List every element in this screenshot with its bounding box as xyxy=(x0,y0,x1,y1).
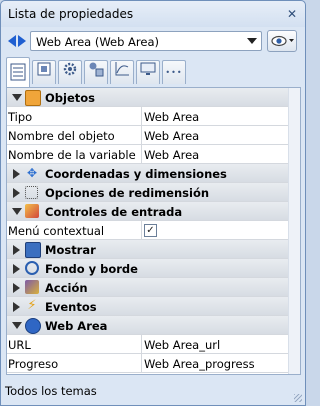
prop-row-menu-contextual: Menú contextual ✓ xyxy=(7,221,289,240)
lightning-icon: ⚡ xyxy=(27,298,37,313)
title-bar[interactable]: Lista de propiedades ✕ xyxy=(1,1,305,27)
section-fondo[interactable]: Fondo y borde xyxy=(7,259,289,278)
tab-display[interactable] xyxy=(136,60,160,84)
tab-list[interactable] xyxy=(6,57,30,87)
section-eventos[interactable]: ⚡ Eventos xyxy=(7,297,289,316)
next-object-icon[interactable] xyxy=(18,35,26,47)
column-divider[interactable] xyxy=(141,107,142,125)
section-label: Fondo y borde xyxy=(45,262,138,276)
monitor-icon xyxy=(140,62,156,75)
more-icon: ••• xyxy=(165,68,183,77)
column-divider[interactable] xyxy=(141,354,142,372)
prop-label: URL xyxy=(8,338,31,352)
prop-label: Nombre de la variable xyxy=(8,148,136,162)
chart-icon xyxy=(115,62,129,76)
prop-row-tipo: Tipo Web Area xyxy=(7,107,289,126)
expand-icon[interactable] xyxy=(13,283,20,293)
section-objetos[interactable]: Objetos xyxy=(7,88,289,107)
move-icon: ✥ xyxy=(26,166,38,180)
column-divider[interactable] xyxy=(141,335,142,353)
column-divider[interactable] xyxy=(141,221,142,239)
gear-icon xyxy=(63,62,77,76)
prop-row-progreso: Progreso Web Area_progress xyxy=(7,354,289,373)
expand-icon[interactable] xyxy=(13,264,20,274)
property-grid: Objetos Tipo Web Area Nombre del objeto … xyxy=(6,87,301,375)
list-icon xyxy=(10,63,26,81)
object-select[interactable]: Web Area (Web Area) xyxy=(30,31,262,51)
object-select-value: Web Area (Web Area) xyxy=(36,35,160,49)
prop-value[interactable]: Web Area_url xyxy=(144,338,220,352)
prop-row-nombre-objeto: Nombre del objeto Web Area xyxy=(7,126,289,145)
expand-icon[interactable] xyxy=(13,245,20,255)
prop-label: Nombre del objeto xyxy=(8,129,115,143)
section-label: Opciones de redimensión xyxy=(45,186,210,200)
previous-object-icon[interactable] xyxy=(8,35,16,47)
tab-more[interactable]: ••• xyxy=(162,60,186,84)
chevron-down-icon xyxy=(247,38,257,44)
section-mostrar[interactable]: Mostrar xyxy=(7,240,289,259)
prop-label: Tipo xyxy=(8,110,33,124)
input-controls-icon xyxy=(25,204,39,218)
prop-value[interactable]: Web Area_progress xyxy=(144,357,255,371)
tab-shapes[interactable] xyxy=(84,60,108,84)
section-controles[interactable]: Controles de entrada xyxy=(7,202,289,221)
collapse-icon[interactable] xyxy=(12,322,22,329)
prop-label: Menú contextual xyxy=(8,224,105,238)
section-label: Web Area xyxy=(45,319,108,333)
section-accion[interactable]: Acción xyxy=(7,278,289,297)
object-selector-row: Web Area (Web Area) xyxy=(1,29,305,55)
prop-row-url: URL Web Area_url xyxy=(7,335,289,354)
prop-row-nombre-variable: Nombre de la variable Web Area xyxy=(7,145,289,164)
tab-chart[interactable] xyxy=(110,60,134,84)
expand-icon[interactable] xyxy=(13,302,20,312)
status-text: Todos los temas xyxy=(5,384,97,398)
section-label: Coordenadas y dimensiones xyxy=(45,167,227,181)
collapse-icon[interactable] xyxy=(12,94,22,101)
resize-icon xyxy=(25,186,38,199)
section-label: Controles de entrada xyxy=(45,205,183,219)
background-border-icon xyxy=(25,261,39,275)
action-icon xyxy=(25,280,39,294)
tab-settings[interactable] xyxy=(58,60,82,84)
prop-value: Web Area xyxy=(144,110,200,124)
eye-icon xyxy=(271,35,294,47)
property-list-window: Lista de propiedades ✕ Web Area (Web Are… xyxy=(0,0,306,406)
prop-label: Progreso xyxy=(8,357,59,371)
shapes-icon xyxy=(89,62,104,77)
section-coordenadas[interactable]: ✥ Coordenadas y dimensiones xyxy=(7,164,289,183)
section-label: Acción xyxy=(45,281,88,295)
nav-arrows-icon[interactable] xyxy=(7,35,29,49)
expand-icon[interactable] xyxy=(13,169,20,179)
globe-icon xyxy=(25,318,41,334)
close-icon[interactable]: ✕ xyxy=(284,6,300,22)
window-title: Lista de propiedades xyxy=(8,7,134,21)
column-divider[interactable] xyxy=(141,126,142,144)
section-label: Mostrar xyxy=(45,243,96,257)
cube-icon xyxy=(25,90,41,106)
display-icon xyxy=(25,242,41,258)
context-menu-checkbox[interactable]: ✓ xyxy=(144,224,157,237)
resize-grip-icon[interactable] xyxy=(294,394,302,402)
view-options-button[interactable] xyxy=(267,30,297,52)
section-webarea[interactable]: Web Area xyxy=(7,316,289,335)
expand-icon[interactable] xyxy=(13,188,20,198)
prop-value[interactable]: Web Area xyxy=(144,129,199,143)
section-redimension[interactable]: Opciones de redimensión xyxy=(7,183,289,202)
prop-value[interactable]: Web Area xyxy=(144,148,199,162)
tab-object[interactable] xyxy=(32,60,56,84)
section-label: Objetos xyxy=(45,91,95,105)
object-icon xyxy=(37,62,51,76)
scrollbar[interactable] xyxy=(288,88,300,374)
tab-bar: ••• xyxy=(6,57,302,87)
column-divider[interactable] xyxy=(141,145,142,163)
collapse-icon[interactable] xyxy=(12,208,22,215)
section-label: Eventos xyxy=(45,300,97,314)
